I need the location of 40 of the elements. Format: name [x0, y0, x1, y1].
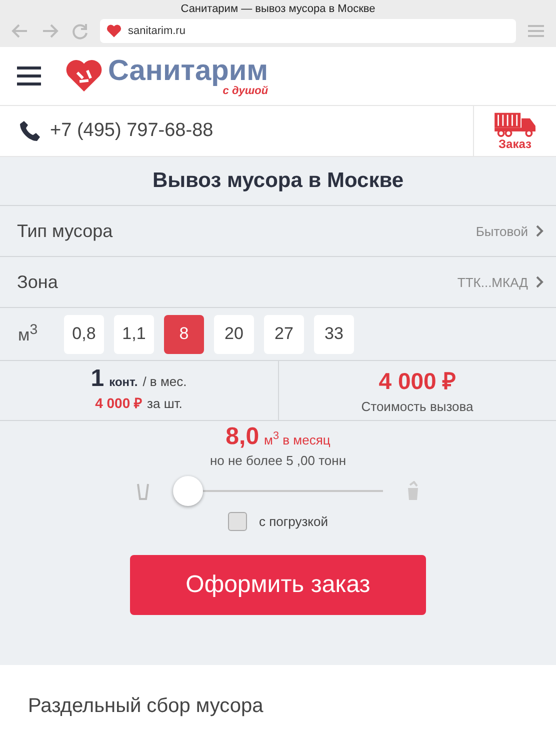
logo-tagline: с душой [222, 86, 268, 96]
option-row[interactable]: Зона ТТК...МКАД [0, 257, 556, 308]
calculator-title: Вывоз мусора в Москве [0, 157, 556, 206]
heart-icon [106, 24, 122, 38]
phone-link[interactable]: +7 (495) 797-68-88 [50, 120, 214, 142]
volume-option[interactable]: 0,8 [64, 314, 104, 354]
address-field[interactable]: sanitarim.ru [100, 19, 516, 43]
volume-option[interactable]: 27 [264, 314, 304, 354]
unit-price-suffix: за шт. [147, 396, 182, 411]
window-title: Санитарим — вывоз мусора в Москве [180, 2, 376, 17]
phone-icon [18, 119, 42, 143]
container-count: 1 [90, 365, 104, 393]
trash-bin-icon [405, 481, 421, 501]
volume-option[interactable]: 8 [164, 314, 204, 354]
monthly-volume: 8,0 [226, 423, 260, 451]
order-link[interactable]: Заказ [473, 106, 556, 156]
reload-icon[interactable] [70, 21, 90, 41]
section-title: Раздельный сбор мусора [28, 695, 264, 718]
checkbox-label: с погрузкой [259, 514, 328, 529]
monthly-unit: м$^{3}$ в месяц [264, 430, 330, 447]
chevron-icon [536, 276, 544, 288]
heart-icon [64, 59, 104, 93]
call-price: 4 000 ₽ [378, 367, 456, 396]
volume-unit: м$^{3}$ [18, 322, 39, 346]
order-button[interactable]: Оформить заказ [130, 555, 426, 615]
volume-option[interactable]: 20 [214, 314, 254, 354]
volume-option[interactable]: 1,1 [114, 314, 154, 354]
container-unit: конт. [109, 375, 138, 389]
weight-limit: но не более 5 ,00 тонн [210, 453, 346, 468]
logo-text: Санитарим [108, 56, 268, 86]
unit-price: 4 000 ₽ [95, 394, 142, 412]
chevron-icon [536, 225, 544, 237]
call-price-label: Стоимость вызова [361, 399, 474, 414]
slider-handle[interactable] [173, 476, 203, 506]
menu-icon[interactable] [16, 66, 42, 86]
volume-option[interactable]: 33 [314, 314, 354, 354]
bucket-icon [135, 481, 151, 501]
period-text: / в мес. [142, 374, 187, 389]
option-row[interactable]: Тип мусора Бытовой [0, 206, 556, 257]
loading-checkbox[interactable] [228, 512, 247, 531]
